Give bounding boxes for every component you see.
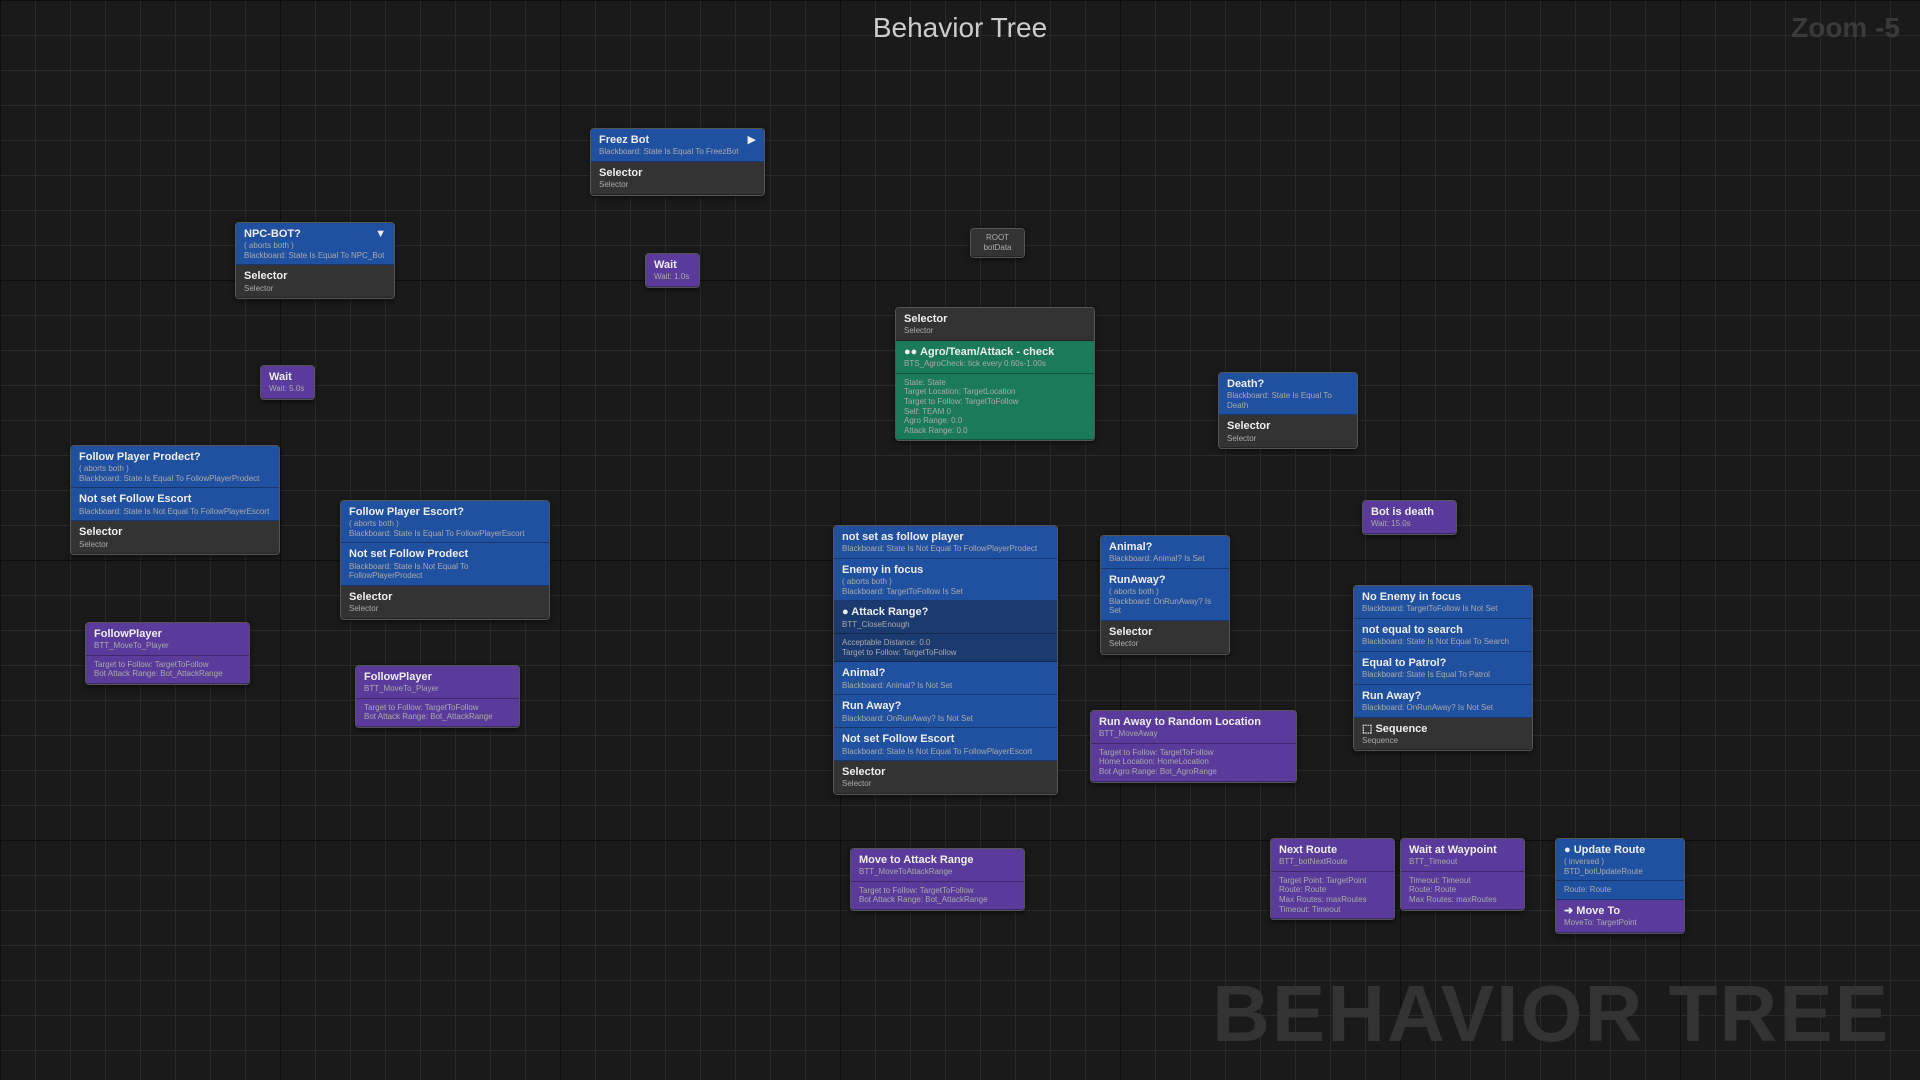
node-wait-2[interactable]: WaitWait: 5.0s xyxy=(260,365,315,400)
node-update-route[interactable]: ● Update Route( inversed )BTD_botUpdateR… xyxy=(1555,838,1685,934)
node-next-route[interactable]: Next RouteBTT_botNextRoute Target Point:… xyxy=(1270,838,1395,920)
node-freez-bot[interactable]: Freez Bot ▶Blackboard: State Is Equal To… xyxy=(590,128,765,196)
node-run-away[interactable]: Run Away to Random LocationBTT_MoveAway … xyxy=(1090,710,1297,783)
node-npc-bot[interactable]: NPC-BOT? ▼( aborts both )Blackboard: Sta… xyxy=(235,222,395,299)
root-node[interactable]: ROOTbotData xyxy=(970,228,1025,258)
node-followplayer-2[interactable]: FollowPlayerBTT_MoveTo_Player Target to … xyxy=(355,665,520,728)
node-main-selector[interactable]: SelectorSelector ●● Agro/Team/Attack - c… xyxy=(895,307,1095,441)
node-wait-1[interactable]: WaitWait: 1.0s xyxy=(645,253,700,288)
node-follow-prodect[interactable]: Follow Player Prodect?( aborts both )Bla… xyxy=(70,445,280,555)
graph-canvas[interactable]: ROOTbotData Freez Bot ▶Blackboard: State… xyxy=(0,0,1920,1080)
root-label: ROOT xyxy=(986,233,1009,242)
node-move-attack[interactable]: Move to Attack RangeBTT_MoveToAttackRang… xyxy=(850,848,1025,911)
node-wait-waypoint[interactable]: Wait at WaypointBTT_Timeout Timeout: Tim… xyxy=(1400,838,1525,911)
node-animal[interactable]: Animal?Blackboard: Animal? Is Set RunAwa… xyxy=(1100,535,1230,655)
node-patrol[interactable]: No Enemy in focusBlackboard: TargetToFol… xyxy=(1353,585,1533,751)
node-followplayer-1[interactable]: FollowPlayerBTT_MoveTo_Player Target to … xyxy=(85,622,250,685)
node-bot-is-death[interactable]: Bot is deathWait: 15.0s xyxy=(1362,500,1457,535)
node-death[interactable]: Death?Blackboard: State Is Equal To Deat… xyxy=(1218,372,1358,449)
node-follow-escort[interactable]: Follow Player Escort?( aborts both )Blac… xyxy=(340,500,550,620)
node-combat[interactable]: not set as follow playerBlackboard: Stat… xyxy=(833,525,1058,795)
